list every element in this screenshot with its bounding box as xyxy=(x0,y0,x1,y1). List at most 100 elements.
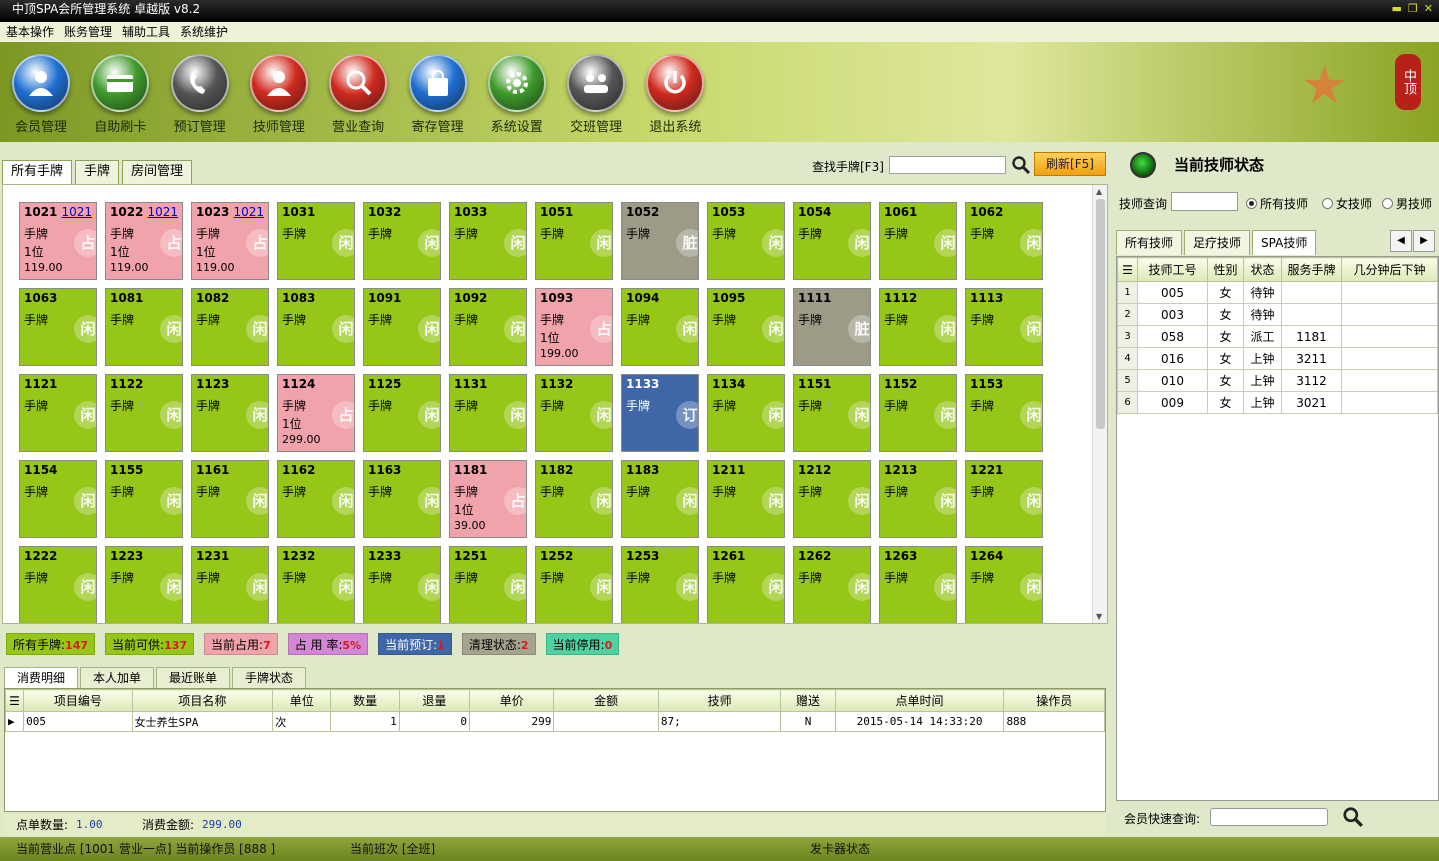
column-header[interactable]: 项目编号 xyxy=(23,689,133,712)
menu-system[interactable]: 系统维护 xyxy=(180,22,228,42)
table-row[interactable]: 1 005 女待钟 xyxy=(1117,281,1438,304)
card-tile[interactable]: 1251 手牌 闲 xyxy=(449,546,527,623)
column-header[interactable]: 操作员 xyxy=(1003,689,1105,712)
grid-scrollbar[interactable]: ▲ ▼ xyxy=(1092,185,1107,623)
search-icon[interactable] xyxy=(1342,806,1364,828)
card-tile[interactable]: 1261 手牌 闲 xyxy=(707,546,785,623)
tab-foot-technicians[interactable]: 足疗技师 xyxy=(1184,230,1251,255)
card-tile[interactable]: 1211 手牌 闲 xyxy=(707,460,785,538)
card-tile[interactable]: 1112 手牌 闲 xyxy=(879,288,957,366)
toolbar-button-magnifier[interactable]: 营业查询 xyxy=(319,54,397,135)
card-tile[interactable]: 1054 手牌 闲 xyxy=(793,202,871,280)
table-row[interactable]: ▶ 005 女士养生SPA 次 1 0 299 87; N 2015-05-14 14:33:20… xyxy=(4,711,1105,732)
card-tile[interactable]: 1092 手牌 闲 xyxy=(449,288,527,366)
column-header[interactable]: 点单时间 xyxy=(834,689,1005,712)
card-tile[interactable]: 1253 手牌 闲 xyxy=(621,546,699,623)
card-tile[interactable]: 1151 手牌 闲 xyxy=(793,374,871,452)
card-tile[interactable]: 1022 1021 手牌 1位 119.00 占 xyxy=(105,202,183,280)
card-tile[interactable]: 1263 手牌 闲 xyxy=(879,546,957,623)
card-tile[interactable]: 1113 手牌 闲 xyxy=(965,288,1043,366)
column-header[interactable]: 金额 xyxy=(553,689,659,712)
column-header[interactable]: 服务手牌 xyxy=(1281,257,1342,282)
column-header[interactable]: 项目名称 xyxy=(131,689,274,712)
tab-next-icon[interactable]: ▶ xyxy=(1413,230,1435,252)
tab-add-order[interactable]: 本人加单 xyxy=(80,667,155,688)
menu-accounts[interactable]: 账务管理 xyxy=(64,22,112,42)
scroll-thumb[interactable] xyxy=(1096,199,1105,429)
tab-prev-icon[interactable]: ◀ xyxy=(1390,230,1412,252)
card-tile[interactable]: 1182 手牌 闲 xyxy=(535,460,613,538)
card-tile[interactable]: 1033 手牌 闲 xyxy=(449,202,527,280)
tab-room-management[interactable]: 房间管理 xyxy=(122,160,193,184)
card-tile[interactable]: 1183 手牌 闲 xyxy=(621,460,699,538)
card-tile[interactable]: 1124 手牌 1位 299.00 占 xyxy=(277,374,355,452)
radio-female-technicians[interactable]: 女技师 xyxy=(1322,195,1372,212)
toolbar-button-gear[interactable]: 系统设置 xyxy=(478,54,556,135)
toolbar-button-bag[interactable]: 寄存管理 xyxy=(399,54,477,135)
column-header[interactable]: 单位 xyxy=(272,689,332,712)
card-link[interactable]: 1021 xyxy=(147,205,178,219)
card-tile[interactable]: 1094 手牌 闲 xyxy=(621,288,699,366)
card-tile[interactable]: 1232 手牌 闲 xyxy=(277,546,355,623)
card-tile[interactable]: 1213 手牌 闲 xyxy=(879,460,957,538)
card-tile[interactable]: 1163 手牌 闲 xyxy=(363,460,441,538)
toolbar-button-technician[interactable]: 技师管理 xyxy=(240,54,318,135)
column-header[interactable]: 几分钟后下钟 xyxy=(1341,257,1438,282)
member-query-input[interactable] xyxy=(1210,808,1328,826)
card-tile[interactable]: 1082 手牌 闲 xyxy=(191,288,269,366)
card-tile[interactable]: 1212 手牌 闲 xyxy=(793,460,871,538)
tab-card-status[interactable]: 手牌状态 xyxy=(232,667,307,688)
card-tile[interactable]: 1125 手牌 闲 xyxy=(363,374,441,452)
card-tile[interactable]: 1153 手牌 闲 xyxy=(965,374,1043,452)
tab-cards[interactable]: 手牌 xyxy=(75,160,120,184)
card-tile[interactable]: 1095 手牌 闲 xyxy=(707,288,785,366)
table-row[interactable]: 4 016 女上钟 3211 xyxy=(1117,347,1438,370)
card-tile[interactable]: 1052 手牌 脏 xyxy=(621,202,699,280)
card-tile[interactable]: 1032 手牌 闲 xyxy=(363,202,441,280)
table-row[interactable]: 5 010 女上钟 3112 xyxy=(1117,369,1438,392)
menu-basic[interactable]: 基本操作 xyxy=(6,22,54,42)
column-header[interactable]: 性别 xyxy=(1207,257,1244,282)
card-tile[interactable]: 1083 手牌 闲 xyxy=(277,288,355,366)
tab-all-cards[interactable]: 所有手牌 xyxy=(2,160,73,184)
table-row[interactable]: 3 058 女派工 1181 xyxy=(1117,325,1438,348)
menu-tools[interactable]: 辅助工具 xyxy=(122,22,170,42)
minimize-icon[interactable]: ▬ xyxy=(1392,0,1402,18)
card-tile[interactable]: 1023 1021 手牌 1位 119.00 占 xyxy=(191,202,269,280)
tab-all-technicians[interactable]: 所有技师 xyxy=(1116,230,1183,255)
card-tile[interactable]: 1252 手牌 闲 xyxy=(535,546,613,623)
card-tile[interactable]: 1134 手牌 闲 xyxy=(707,374,785,452)
card-tile[interactable]: 1063 手牌 闲 xyxy=(19,288,97,366)
card-tile[interactable]: 1155 手牌 闲 xyxy=(105,460,183,538)
column-header[interactable]: 状态 xyxy=(1243,257,1282,282)
column-header[interactable]: 单价 xyxy=(469,689,555,712)
radio-all-technicians[interactable]: 所有技师 xyxy=(1246,195,1308,212)
card-tile[interactable]: 1181 手牌 1位 39.00 占 xyxy=(449,460,527,538)
radio-male-technicians[interactable]: 男技师 xyxy=(1382,195,1432,212)
card-tile[interactable]: 1161 手牌 闲 xyxy=(191,460,269,538)
restore-icon[interactable]: ❐ xyxy=(1408,0,1418,18)
card-link[interactable]: 1021 xyxy=(233,205,264,219)
card-tile[interactable]: 1123 手牌 闲 xyxy=(191,374,269,452)
technician-query-input[interactable] xyxy=(1171,192,1238,211)
column-header[interactable]: 赠送 xyxy=(780,689,836,712)
card-tile[interactable]: 1051 手牌 闲 xyxy=(535,202,613,280)
table-row[interactable]: 6 009 女上钟 3021 xyxy=(1117,391,1438,414)
card-tile[interactable]: 1062 手牌 闲 xyxy=(965,202,1043,280)
find-card-input[interactable] xyxy=(889,156,1006,174)
card-tile[interactable]: 1264 手牌 闲 xyxy=(965,546,1043,623)
card-tile[interactable]: 1133 手牌 订 xyxy=(621,374,699,452)
card-tile[interactable]: 1091 手牌 闲 xyxy=(363,288,441,366)
card-tile[interactable]: 1154 手牌 闲 xyxy=(19,460,97,538)
toolbar-button-card[interactable]: 自助刷卡 xyxy=(81,54,159,135)
card-tile[interactable]: 1221 手牌 闲 xyxy=(965,460,1043,538)
card-link[interactable]: 1021 xyxy=(61,205,92,219)
column-header[interactable]: 技师 xyxy=(657,689,782,712)
card-tile[interactable]: 1132 手牌 闲 xyxy=(535,374,613,452)
card-tile[interactable]: 1121 手牌 闲 xyxy=(19,374,97,452)
search-icon[interactable] xyxy=(1011,155,1031,175)
card-tile[interactable]: 1061 手牌 闲 xyxy=(879,202,957,280)
toolbar-button-member[interactable]: 会员管理 xyxy=(2,54,80,135)
tab-spa-technicians[interactable]: SPA技师 xyxy=(1252,230,1317,255)
column-header[interactable]: 技师工号 xyxy=(1137,257,1208,282)
